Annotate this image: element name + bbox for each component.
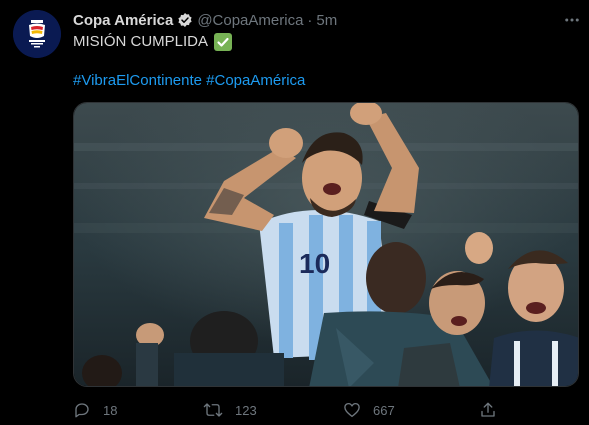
retweet-icon [203, 403, 223, 417]
like-button[interactable]: 667 [343, 398, 395, 422]
retweet-count: 123 [235, 402, 257, 418]
avatar[interactable] [13, 10, 61, 58]
author-name[interactable]: Copa América [73, 12, 173, 29]
tweet-actions: 18 123 667 [73, 398, 513, 422]
like-icon [344, 402, 360, 418]
tweet-text: MISIÓN CUMPLIDA [73, 32, 233, 52]
celebration-photo: 10 [74, 103, 578, 386]
hashtag-link[interactable]: #VibraElContinente [73, 72, 202, 89]
tweet-text-body: MISIÓN CUMPLIDA [73, 33, 209, 50]
author-handle[interactable]: @CopaAmerica [197, 12, 303, 29]
tweet-header: Copa América @CopaAmerica · 5m [73, 10, 337, 30]
verified-badge-icon [177, 12, 193, 28]
svg-text:10: 10 [299, 248, 330, 279]
reply-button[interactable]: 18 [73, 398, 117, 422]
reply-icon [75, 403, 89, 418]
hashtags: #VibraElContinente #CopaAmérica [73, 71, 305, 91]
hashtag-link[interactable]: #CopaAmérica [206, 72, 305, 89]
check-mark-icon [214, 33, 233, 51]
tweet[interactable]: Copa América @CopaAmerica · 5m MISIÓN CU… [0, 0, 589, 425]
retweet-button[interactable]: 123 [203, 398, 257, 422]
reply-count: 18 [103, 402, 118, 418]
share-icon [481, 402, 495, 417]
copa-america-logo-icon [13, 10, 61, 58]
share-button[interactable] [479, 398, 497, 422]
like-count: 667 [373, 402, 395, 418]
separator-dot: · [307, 11, 313, 29]
tweet-photo[interactable]: 10 [73, 102, 579, 387]
more-icon[interactable] [562, 10, 582, 30]
timestamp[interactable]: 5m [316, 12, 337, 29]
